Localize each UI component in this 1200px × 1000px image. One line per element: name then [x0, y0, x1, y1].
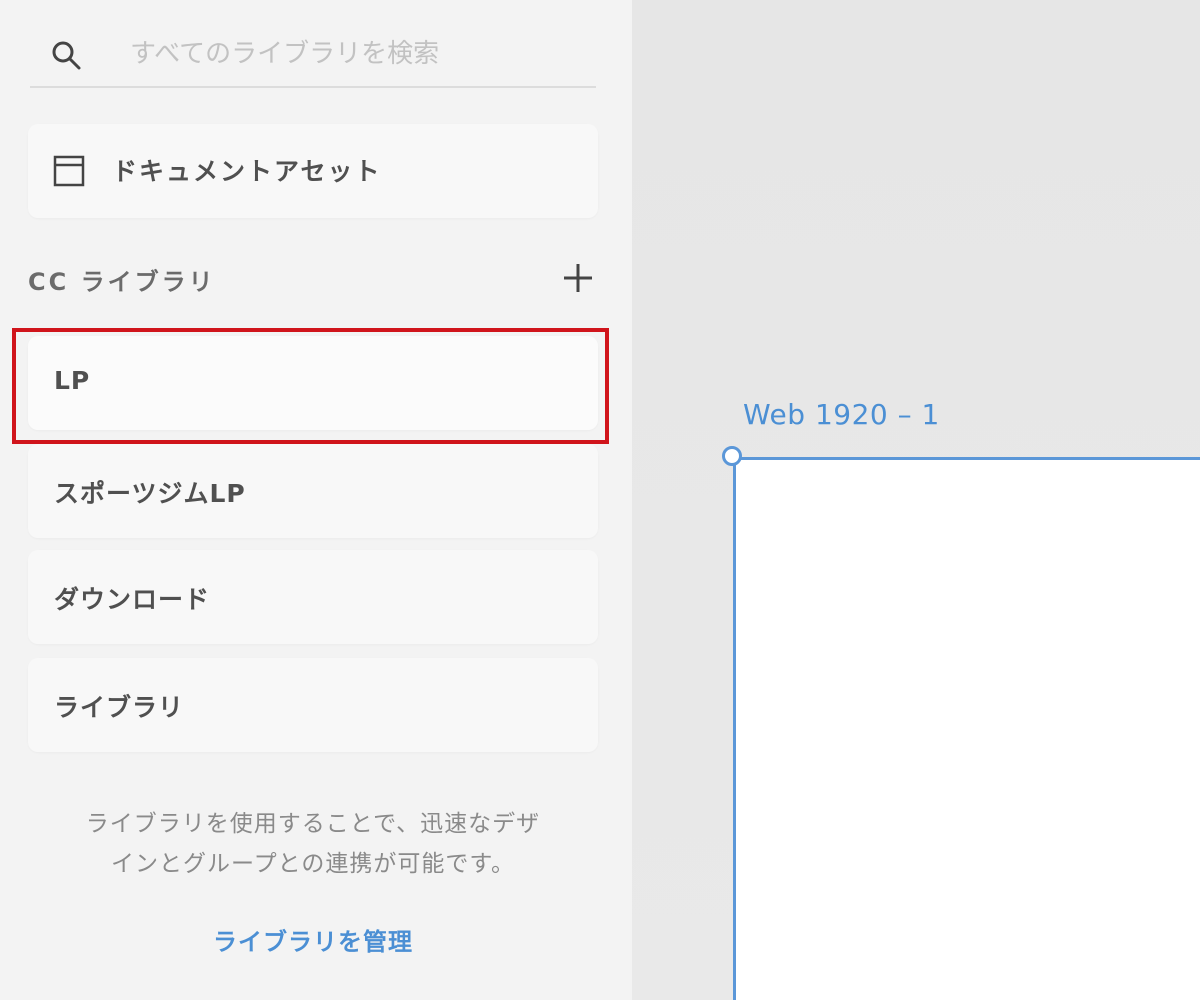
search-input[interactable] [130, 34, 570, 74]
library-item-sports-gym-lp[interactable]: スポーツジムLP [28, 444, 598, 538]
document-icon [53, 155, 85, 187]
library-item-label: ライブラリ [54, 693, 185, 722]
document-assets-button[interactable]: ドキュメントアセット [28, 124, 598, 218]
info-text-line-1: ライブラリを使用することで、迅速なデザ [85, 811, 541, 837]
library-item-library[interactable]: ライブラリ [28, 658, 598, 752]
artboard-corner-handle[interactable] [722, 446, 742, 466]
cc-libraries-title: CC ライブラリ [28, 268, 216, 296]
library-item-lp[interactable]: LP [28, 336, 598, 430]
search-icon[interactable] [50, 39, 82, 71]
library-item-download[interactable]: ダウンロード [28, 550, 598, 644]
search-bar [30, 20, 596, 88]
libraries-info-text: ライブラリを使用することで、迅速なデザ インとグループとの連携が可能です。 [28, 804, 598, 884]
manage-libraries-link[interactable]: ライブラリを管理 [28, 922, 598, 957]
cc-libraries-header: CC ライブラリ [28, 258, 598, 302]
design-canvas[interactable]: Web 1920 – 1 [632, 0, 1200, 1000]
libraries-panel: ドキュメントアセット CC ライブラリ LP スポーツジムLP ダウンロード ラ… [0, 0, 632, 1000]
library-item-label: LP [54, 366, 91, 395]
plus-icon[interactable] [560, 260, 596, 296]
artboard-title[interactable]: Web 1920 – 1 [743, 398, 940, 431]
document-assets-label: ドキュメントアセット [112, 157, 382, 186]
library-item-label: スポーツジムLP [54, 479, 246, 508]
info-text-line-2: インとグループとの連携が可能です。 [110, 851, 516, 877]
xd-app-window: ドキュメントアセット CC ライブラリ LP スポーツジムLP ダウンロード ラ… [0, 0, 1200, 1000]
library-item-label: ダウンロード [54, 585, 211, 614]
artboard[interactable] [733, 457, 1200, 1000]
